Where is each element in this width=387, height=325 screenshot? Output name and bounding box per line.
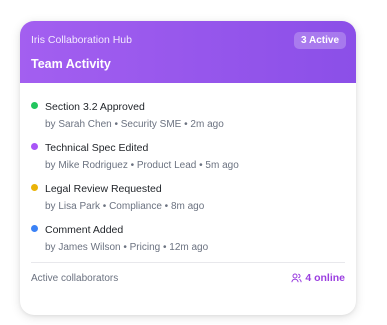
card-footer: Active collaborators 4 online bbox=[31, 262, 345, 292]
activity-meta: by James Wilson • Pricing • 12m ago bbox=[45, 242, 209, 253]
card-title: Team Activity bbox=[31, 57, 111, 71]
status-dot bbox=[31, 102, 38, 109]
online-count-label: 4 online bbox=[305, 272, 345, 284]
activity-item[interactable]: Comment Added by James Wilson • Pricing … bbox=[31, 222, 345, 263]
status-dot bbox=[31, 225, 38, 232]
active-collaborators-label: Active collaborators bbox=[31, 273, 119, 284]
users-icon bbox=[291, 273, 303, 283]
activity-title: Technical Spec Edited bbox=[45, 142, 149, 154]
active-count-badge: 3 Active bbox=[294, 32, 346, 49]
activity-meta: by Mike Rodriguez • Product Lead • 5m ag… bbox=[45, 160, 239, 171]
activity-list: Section 3.2 Approved by Sarah Chen • Sec… bbox=[20, 83, 356, 263]
card-header: Iris Collaboration Hub 3 Active Team Act… bbox=[20, 21, 356, 83]
activity-item[interactable]: Legal Review Requested by Lisa Park • Co… bbox=[31, 181, 345, 222]
activity-title: Comment Added bbox=[45, 224, 124, 236]
team-activity-card: Iris Collaboration Hub 3 Active Team Act… bbox=[20, 21, 356, 315]
activity-title: Section 3.2 Approved bbox=[45, 101, 145, 113]
activity-title: Legal Review Requested bbox=[45, 183, 162, 195]
activity-meta: by Lisa Park • Compliance • 8m ago bbox=[45, 201, 205, 212]
status-dot bbox=[31, 143, 38, 150]
hub-name: Iris Collaboration Hub bbox=[31, 34, 132, 46]
activity-meta: by Sarah Chen • Security SME • 2m ago bbox=[45, 119, 224, 130]
online-count[interactable]: 4 online bbox=[291, 272, 345, 284]
activity-item[interactable]: Section 3.2 Approved by Sarah Chen • Sec… bbox=[31, 99, 345, 140]
status-dot bbox=[31, 184, 38, 191]
activity-item[interactable]: Technical Spec Edited by Mike Rodriguez … bbox=[31, 140, 345, 181]
